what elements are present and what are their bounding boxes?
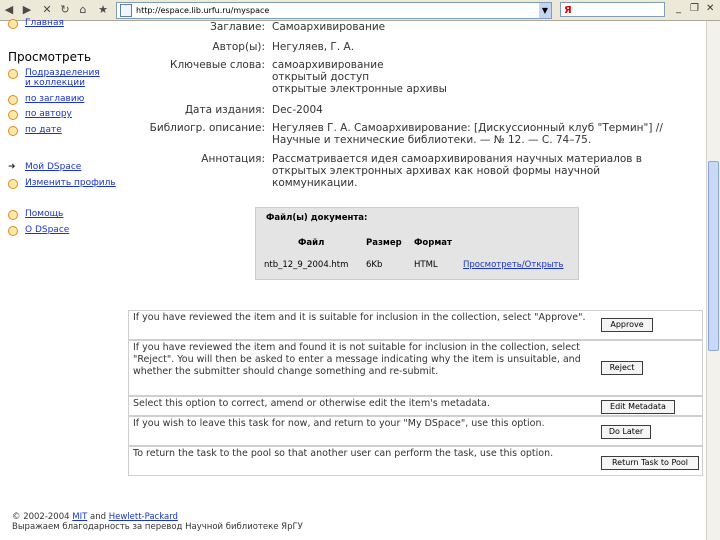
sidebar-item-communities[interactable]: Подразделения и коллекции (8, 68, 100, 88)
footer-copyright: © 2002-2004 (12, 512, 70, 522)
bullet-icon (8, 19, 18, 29)
bullet-icon (8, 69, 18, 79)
bullet-icon (8, 126, 18, 136)
back-icon[interactable]: ◀ (2, 3, 16, 17)
citation-label: Библиогр. описание: (149, 122, 265, 134)
files-col-size: Размер (366, 238, 402, 248)
footer-line-2: Выражаем благодарность за перевод Научно… (12, 522, 303, 532)
forward-icon[interactable]: ▶ (20, 3, 34, 17)
return-to-pool-button[interactable]: Return Task to Pool (601, 456, 699, 470)
files-heading: Файл(ы) документа: (266, 213, 368, 223)
citation-value: Негуляев Г. А. Самоархивирование: [Диску… (272, 122, 663, 146)
file-name: ntb_12_9_2004.htm (264, 260, 349, 270)
keywords-label: Ключевые слова: (169, 59, 265, 71)
sidebar-item-by-date[interactable]: по дате (8, 125, 62, 136)
refresh-icon[interactable]: ↻ (58, 3, 72, 17)
scrollbar-thumb[interactable] (708, 161, 719, 351)
sidebar: Главная Просмотреть Подразделения и колл… (0, 18, 125, 540)
authors-value: Негуляев, Г. А. (272, 41, 355, 53)
stop-icon[interactable]: ✕ (40, 3, 54, 17)
keywords-value: самоархивирование открытый доступ открыт… (272, 59, 447, 95)
files-col-file: Файл (298, 238, 325, 248)
footer-line-1: © 2002-2004 MIT and Hewlett-Packard (12, 512, 303, 522)
hp-link[interactable]: Hewlett-Packard (109, 512, 178, 522)
footer: © 2002-2004 MIT and Hewlett-Packard Выра… (12, 512, 303, 532)
browser-toolbar: ◀ ▶ ✕ ↻ ⌂ ★ http://espace.lib.urfu.ru/my… (0, 0, 720, 21)
bullet-icon (8, 95, 18, 105)
sidebar-item-by-title[interactable]: по заглавию (8, 94, 84, 105)
task-text: If you have reviewed the item and found … (133, 342, 581, 377)
abstract-value: Рассматривается идея самоархивирования н… (272, 153, 642, 189)
favorites-icon[interactable]: ★ (96, 3, 110, 17)
file-open-link[interactable]: Просмотреть/Открыть (463, 260, 564, 270)
files-col-format: Формат (414, 238, 452, 248)
yandex-logo: Я (564, 5, 572, 16)
close-icon[interactable]: ✕ (706, 3, 714, 14)
footer-and: and (90, 512, 106, 522)
authors-label: Автор(ы): (212, 41, 265, 53)
task-text: Select this option to correct, amend or … (133, 398, 490, 409)
task-text: If you have reviewed the item and it is … (133, 312, 586, 323)
bullet-icon (8, 226, 18, 236)
files-panel: Файл(ы) документа: Файл Размер Формат nt… (255, 207, 579, 280)
task-row-reject: If you have reviewed the item and found … (128, 340, 703, 396)
yandex-search-box[interactable]: Я (560, 2, 665, 17)
task-row-later: If you wish to leave this task for now, … (128, 416, 703, 446)
date-label: Дата издания: (184, 104, 265, 116)
edit-metadata-button[interactable]: Edit Metadata (601, 400, 675, 414)
title-label: Заглавие: (210, 21, 265, 33)
minimize-icon[interactable]: _ (676, 3, 681, 14)
task-row-approve: If you have reviewed the item and it is … (128, 310, 703, 340)
reject-button[interactable]: Reject (601, 361, 643, 375)
sidebar-item-my-dspace[interactable]: ➜ Мой DSpace (8, 162, 81, 172)
date-value: Dec-2004 (272, 104, 323, 116)
sidebar-heading-browse: Просмотреть (8, 50, 92, 64)
sidebar-item-home[interactable]: Главная (8, 18, 64, 29)
task-text: To return the task to the pool so that a… (133, 448, 554, 459)
title-value: Самоархивирование (272, 21, 386, 33)
address-text: http://espace.lib.urfu.ru/myspace (136, 6, 270, 15)
bullet-icon (8, 179, 18, 189)
page-icon (120, 4, 132, 17)
task-text: If you wish to leave this task for now, … (133, 418, 545, 429)
arrow-right-icon: ➜ (8, 162, 16, 172)
mit-link[interactable]: MIT (72, 512, 87, 522)
bullet-icon (8, 110, 18, 120)
task-row-edit: Select this option to correct, amend or … (128, 396, 703, 416)
chevron-down-icon[interactable]: ▼ (539, 3, 551, 18)
home-icon[interactable]: ⌂ (76, 3, 90, 17)
sidebar-item-by-author[interactable]: по автору (8, 109, 72, 120)
abstract-label: Аннотация: (201, 153, 265, 165)
maximize-icon[interactable]: ❐ (690, 3, 699, 14)
sidebar-item-about[interactable]: О DSpace (8, 225, 69, 236)
task-row-return: To return the task to the pool so that a… (128, 446, 703, 476)
sidebar-item-edit-profile[interactable]: Изменить профиль (8, 178, 116, 189)
vertical-scrollbar[interactable] (706, 21, 720, 540)
do-later-button[interactable]: Do Later (601, 425, 651, 439)
file-format: HTML (414, 260, 438, 270)
bullet-icon (8, 210, 18, 220)
address-bar[interactable]: http://espace.lib.urfu.ru/myspace ▼ (116, 2, 552, 19)
approve-button[interactable]: Approve (601, 318, 653, 332)
file-size: 6Kb (366, 260, 383, 270)
sidebar-item-help[interactable]: Помощь (8, 209, 63, 220)
